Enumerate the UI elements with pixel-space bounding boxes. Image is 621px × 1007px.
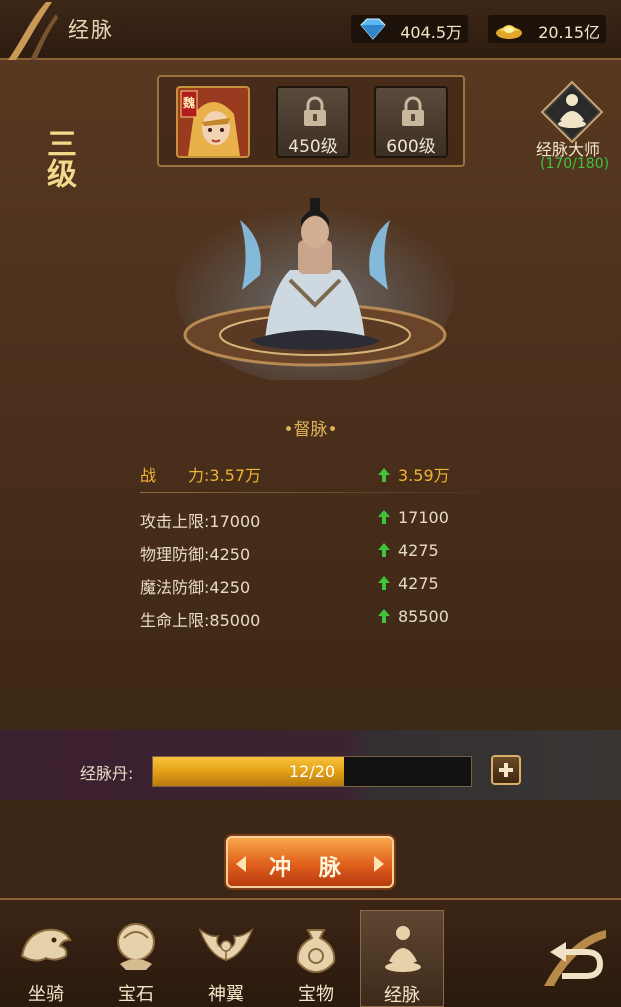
right-arrow-icon: [374, 856, 384, 872]
tab-label: 坐骑: [28, 984, 64, 1005]
divider: [140, 492, 480, 493]
power-label: 战 力:: [140, 466, 210, 485]
stat-current: 4250: [209, 545, 251, 564]
stat-label: 攻击上限:: [140, 512, 210, 531]
break-through-button[interactable]: 冲 脉: [226, 836, 394, 888]
back-swoosh-icon[interactable]: [0, 0, 60, 62]
power-current: 3.57万: [209, 466, 262, 485]
meditating-figure-icon: [175, 195, 455, 380]
top-bar: 经脉 404.5万 20.15亿: [0, 0, 621, 60]
arrow-up-icon: [378, 468, 390, 482]
stat-next: 4275: [398, 574, 439, 593]
stat-physical-defense: 物理防御:4250: [140, 541, 250, 565]
stat-hp-next: 85500: [378, 607, 449, 626]
pill-progress-text: 12/20: [288, 762, 336, 781]
tab-label: 宝石: [118, 984, 154, 1005]
stat-label: 魔法防御:: [140, 578, 210, 597]
stat-next: 85500: [398, 607, 449, 626]
gold-value: 20.15亿: [538, 23, 600, 42]
gold-ingot-icon: [496, 25, 522, 39]
stat-current: 85000: [209, 611, 261, 630]
tab-label: 神翼: [208, 984, 244, 1005]
meridian-master-icon[interactable]: [540, 80, 604, 144]
rank-label: 三级: [41, 128, 76, 188]
diamond-icon: [360, 18, 386, 40]
stat-physical-defense-next: 4275: [378, 541, 439, 560]
slot-level-label: 600级: [386, 137, 436, 157]
pill-progress-bar: 12/20: [152, 756, 472, 787]
tab-gem[interactable]: 宝石: [94, 910, 178, 1007]
hero-avatar-slot[interactable]: 魏: [176, 86, 250, 158]
tab-label: 经脉: [384, 985, 420, 1006]
power-row: 战 力:3.57万: [140, 462, 261, 486]
treasure-bag-icon: [296, 929, 336, 974]
meridian-screen: 经脉 404.5万 20.15亿 魏 450级 600级 三级 经脉大师 (17…: [0, 0, 621, 1007]
power-next: 3.59万: [378, 462, 450, 486]
stat-current: 17000: [209, 512, 261, 531]
meridian-icon: [385, 926, 421, 972]
stat-label: 生命上限:: [140, 611, 210, 630]
master-count: (170/180): [540, 156, 610, 172]
diamond-counter[interactable]: 404.5万: [351, 15, 468, 43]
gold-counter[interactable]: 20.15亿: [488, 15, 606, 43]
power-next-value: 3.59万: [398, 466, 450, 485]
stat-next: 4275: [398, 541, 439, 560]
faction-badge: 魏: [183, 96, 196, 110]
tab-label: 宝物: [298, 984, 334, 1005]
tab-meridian[interactable]: 经脉: [360, 910, 444, 1007]
pill-label: 经脉丹:: [80, 764, 134, 783]
stat-current: 4250: [209, 578, 251, 597]
stat-magic-defense-next: 4275: [378, 574, 439, 593]
tab-treasure[interactable]: 宝物: [274, 910, 358, 1007]
lock-icon: [304, 96, 326, 126]
page-title: 经脉: [68, 18, 114, 42]
return-arrow-icon[interactable]: [540, 928, 610, 988]
vessel-name: •督脉•: [283, 420, 338, 440]
gem-icon: [117, 923, 155, 970]
add-pill-button[interactable]: [491, 755, 521, 785]
locked-slot-450[interactable]: 450级: [276, 86, 350, 158]
arrow-up-icon: [378, 576, 390, 590]
mount-icon: [20, 928, 72, 962]
stat-label: 物理防御:: [140, 545, 210, 564]
locked-slot-600[interactable]: 600级: [374, 86, 448, 158]
slot-level-label: 450级: [288, 137, 338, 157]
stat-attack: 攻击上限:17000: [140, 508, 260, 532]
stat-hp: 生命上限:85000: [140, 607, 260, 631]
arrow-up-icon: [378, 543, 390, 557]
lock-icon: [402, 96, 424, 126]
diamond-value: 404.5万: [400, 23, 462, 42]
tab-wings[interactable]: 神翼: [184, 910, 268, 1007]
wings-icon: [198, 928, 254, 961]
stat-magic-defense: 魔法防御:4250: [140, 574, 250, 598]
stat-attack-next: 17100: [378, 508, 449, 527]
break-through-label: 冲 脉: [269, 856, 351, 881]
arrow-up-icon: [378, 609, 390, 623]
arrow-up-icon: [378, 510, 390, 524]
stat-next: 17100: [398, 508, 449, 527]
tab-mount[interactable]: 坐骑: [4, 910, 88, 1007]
